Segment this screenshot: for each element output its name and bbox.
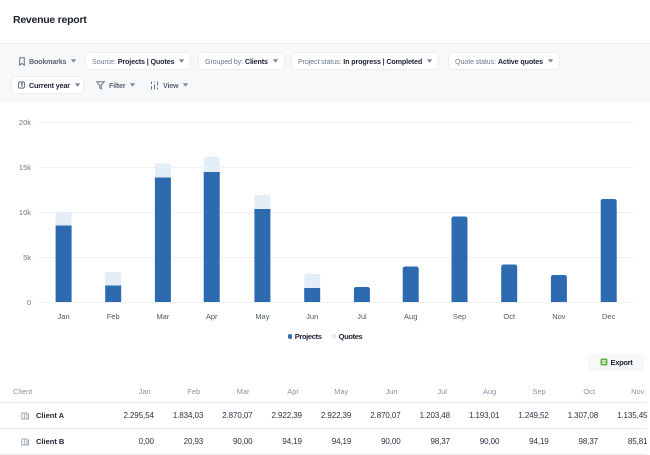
svg-text:Feb: Feb [107,312,120,321]
svg-text:Oct: Oct [503,312,516,321]
svg-text:Jun: Jun [306,312,318,321]
svg-text:Jan: Jan [58,312,70,321]
svg-text:Sep: Sep [453,312,466,321]
svg-text:Mar: Mar [156,312,169,321]
svg-text:May: May [255,312,269,321]
svg-text:20k: 20k [19,118,31,127]
svg-text:5k: 5k [23,253,31,262]
svg-text:Apr: Apr [206,312,218,321]
svg-text:Dec: Dec [602,312,616,321]
svg-text:Aug: Aug [404,312,417,321]
svg-text:Jul: Jul [357,312,367,321]
svg-text:0: 0 [27,298,31,307]
svg-text:15k: 15k [19,163,31,172]
svg-text:10k: 10k [19,208,31,217]
svg-text:Nov: Nov [552,312,566,321]
